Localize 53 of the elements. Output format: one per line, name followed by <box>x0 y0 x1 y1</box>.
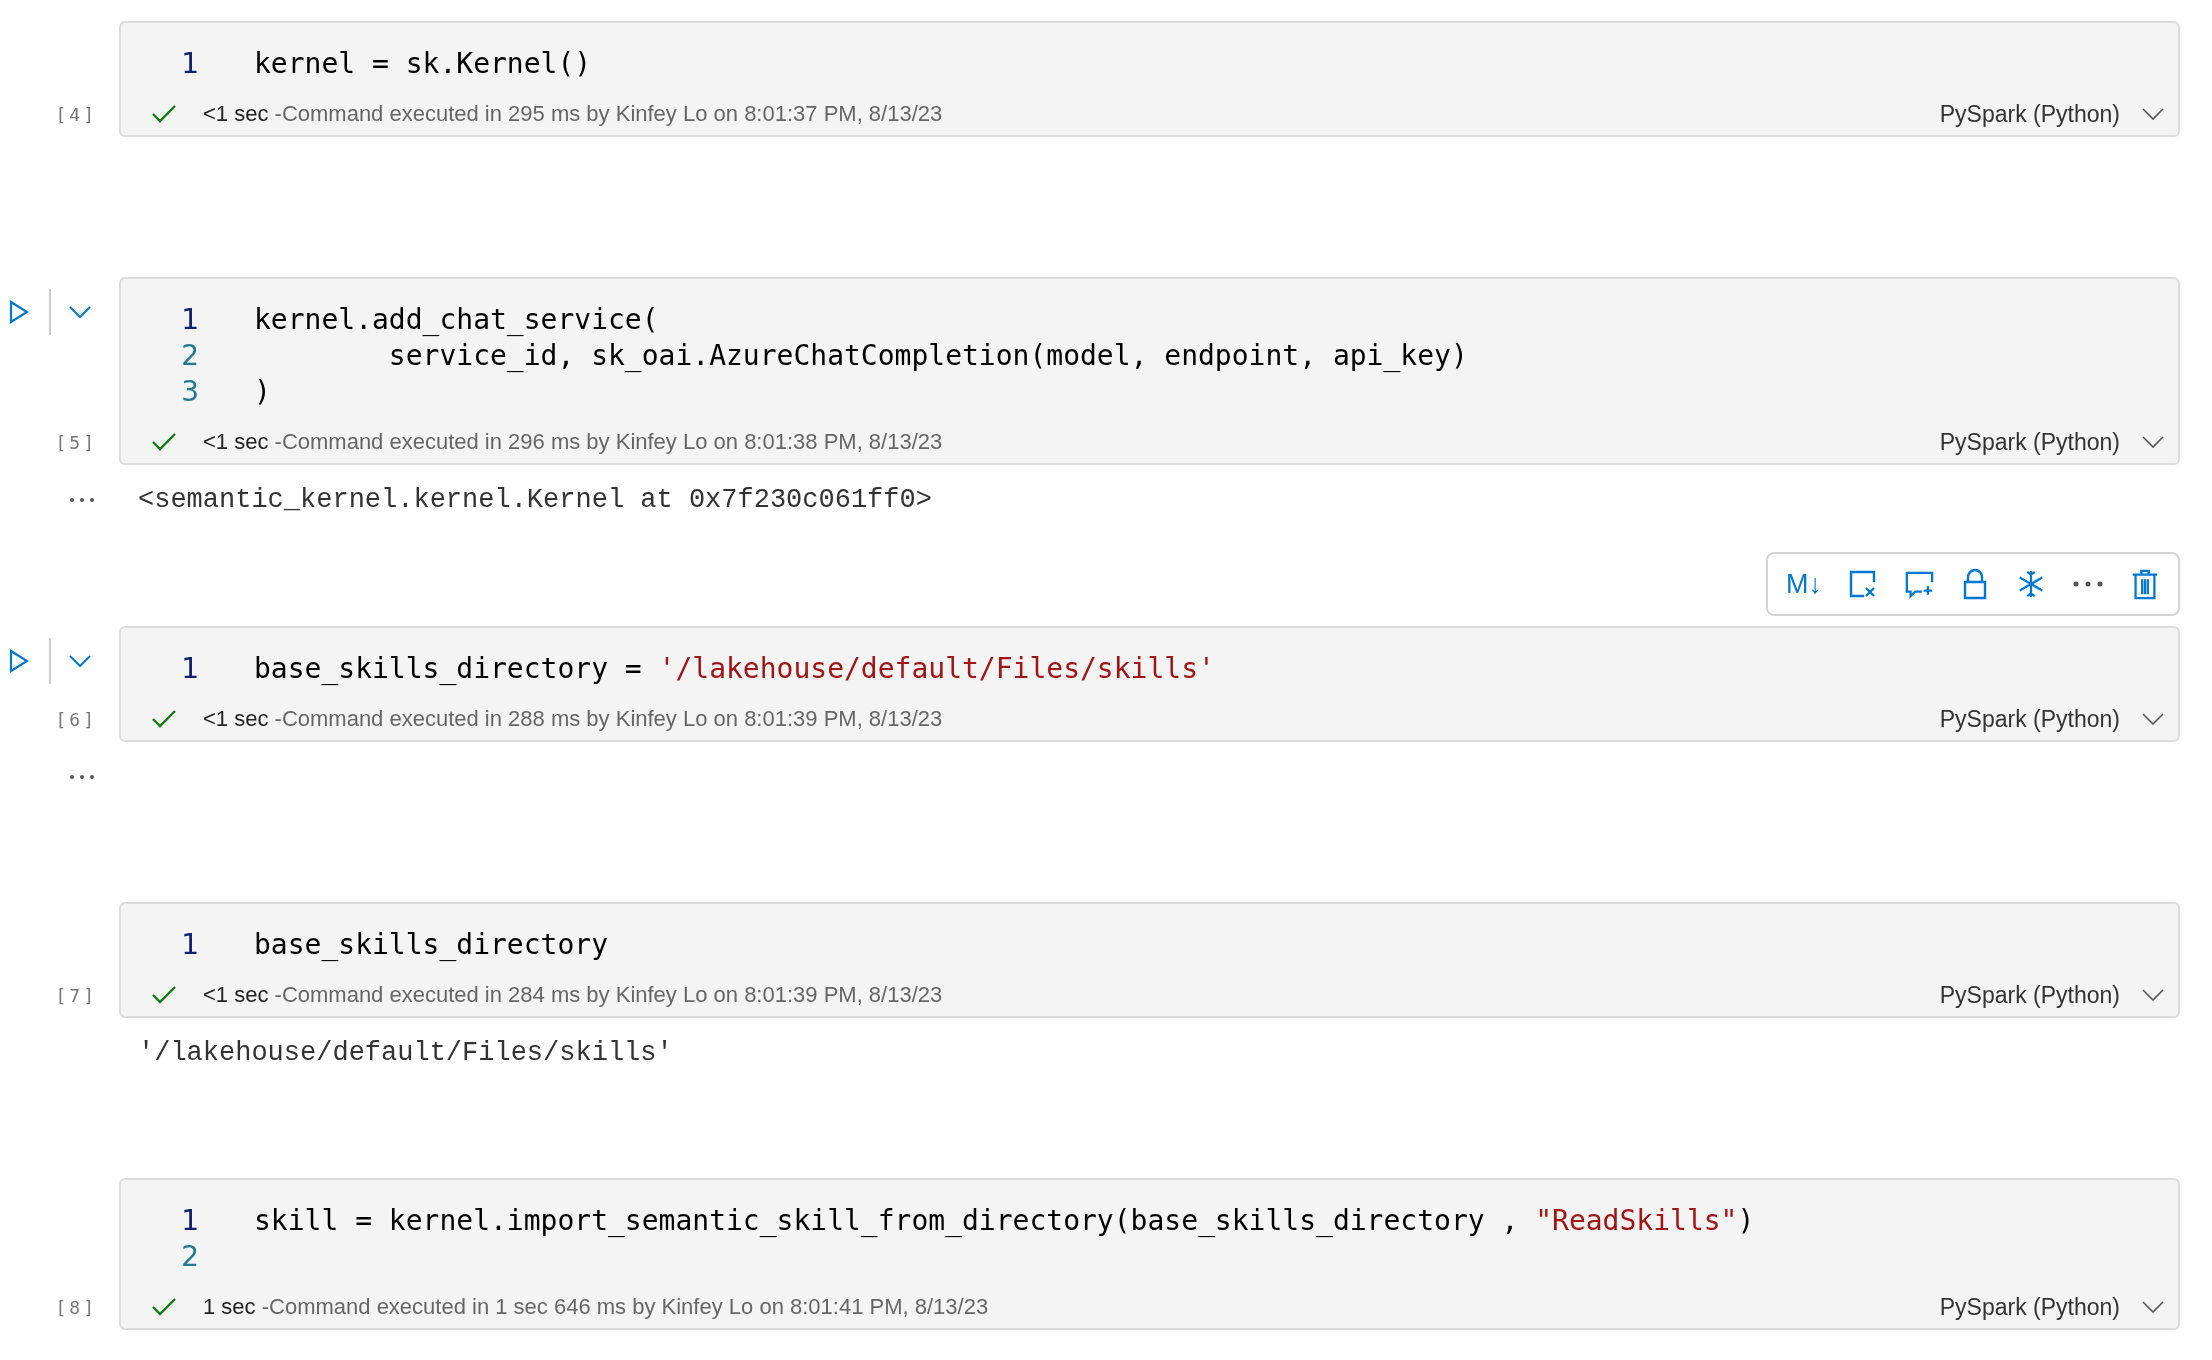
code-line: kernel = sk.Kernel() <box>254 46 592 80</box>
code-line: service_id, sk_oai.AzureChatCompletion(model, endpoint, api_key) <box>387 338 1468 372</box>
language-dropdown[interactable]: PySpark (Python) <box>1939 100 2164 128</box>
line-number: 1 <box>180 1203 200 1237</box>
code-cell[interactable]: 1 kernel.add_chat_service( 2 service_id, sk_oai.AzureChatCompletion(model, endpoint, api_key) 3 ) <1 sec -Command executed in 296 ms by Kinfey Lo on 8:01:38 PM, 8/13/23 PySpark (Python) <box>119 277 2180 465</box>
code-cell[interactable]: 1 base_skills_directory = '/lakehouse/default/Files/skills' <1 sec -Command executed in 288 ms by Kinfey Lo on 8:01:39 PM, 8/13/23 PySpark (Python) <box>119 626 2180 742</box>
execution-count: [5] <box>55 432 97 453</box>
line-number: 1 <box>180 927 200 961</box>
chevron-down-icon[interactable] <box>2142 436 2164 448</box>
chevron-down-icon[interactable] <box>69 655 91 667</box>
line-number: 2 <box>180 1239 200 1273</box>
execution-count: [6] <box>55 709 97 730</box>
line-number: 1 <box>180 302 200 336</box>
markdown-button[interactable]: M↓ <box>1786 568 1822 600</box>
chevron-down-icon[interactable] <box>69 306 91 318</box>
line-number: 3 <box>180 374 200 408</box>
code-cell[interactable]: 1 kernel = sk.Kernel() <1 sec -Command executed in 295 ms by Kinfey Lo on 8:01:37 PM, 8/13/23 PySpark (Python) <box>119 21 2180 137</box>
run-icon[interactable] <box>9 299 29 325</box>
execution-status: <1 sec -Command executed in 284 ms by Kinfey Lo on 8:01:39 PM, 8/13/23 <box>203 982 943 1008</box>
code-cell[interactable]: 1 skill = kernel.import_semantic_skill_from_directory(base_skills_directory , "ReadSkills") 2 1 sec -Command executed in 1 sec 646 ms by Kinfey Lo on 8:01:41 PM, 8/13/23 PySpark (Python) <box>119 1178 2180 1330</box>
output-menu-icon[interactable] <box>69 774 95 780</box>
execution-status: <1 sec -Command executed in 296 ms by Kinfey Lo on 8:01:38 PM, 8/13/23 <box>203 429 943 455</box>
execution-count: [7] <box>55 985 97 1006</box>
code-line: kernel.add_chat_service( <box>254 302 659 336</box>
execution-count: [8] <box>55 1297 97 1318</box>
language-dropdown[interactable]: PySpark (Python) <box>1939 428 2164 456</box>
language-dropdown[interactable]: PySpark (Python) <box>1939 1293 2164 1321</box>
code-line: ) <box>254 374 271 408</box>
line-number: 2 <box>180 338 200 372</box>
chevron-down-icon[interactable] <box>2142 989 2164 1001</box>
chevron-down-icon[interactable] <box>2142 713 2164 725</box>
execution-status: <1 sec -Command executed in 295 ms by Kinfey Lo on 8:01:37 PM, 8/13/23 <box>203 101 943 127</box>
output-menu-icon[interactable] <box>69 497 95 503</box>
snowflake-icon[interactable] <box>2016 568 2046 600</box>
line-number: 1 <box>180 651 200 685</box>
execution-status: <1 sec -Command executed in 288 ms by Kinfey Lo on 8:01:39 PM, 8/13/23 <box>203 706 943 732</box>
code-cell[interactable]: 1 base_skills_directory <1 sec -Command executed in 284 ms by Kinfey Lo on 8:01:39 PM, 8/13/23 PySpark (Python) <box>119 902 2180 1018</box>
language-dropdown[interactable]: PySpark (Python) <box>1939 981 2164 1009</box>
code-line: skill = kernel.import_semantic_skill_from_directory(base_skills_directory , "ReadSkills") <box>254 1203 1755 1237</box>
more-icon[interactable] <box>2072 580 2104 588</box>
execution-count: [4] <box>55 104 97 125</box>
delete-icon[interactable] <box>2130 568 2160 600</box>
run-icon[interactable] <box>9 648 29 674</box>
execution-status: 1 sec -Command executed in 1 sec 646 ms by Kinfey Lo on 8:01:41 PM, 8/13/23 <box>203 1294 989 1320</box>
cell-output: <semantic_kernel.kernel.Kernel at 0x7f230c061ff0> <box>138 485 932 515</box>
language-dropdown[interactable]: PySpark (Python) <box>1939 705 2164 733</box>
chevron-down-icon[interactable] <box>2142 1301 2164 1313</box>
chevron-down-icon[interactable] <box>2142 108 2164 120</box>
code-line: base_skills_directory = '/lakehouse/default/Files/skills' <box>254 651 1215 685</box>
clear-output-icon[interactable] <box>1848 568 1878 600</box>
line-number: 1 <box>180 46 200 80</box>
cell-output: '/lakehouse/default/Files/skills' <box>138 1038 673 1068</box>
code-line: base_skills_directory <box>254 927 608 961</box>
